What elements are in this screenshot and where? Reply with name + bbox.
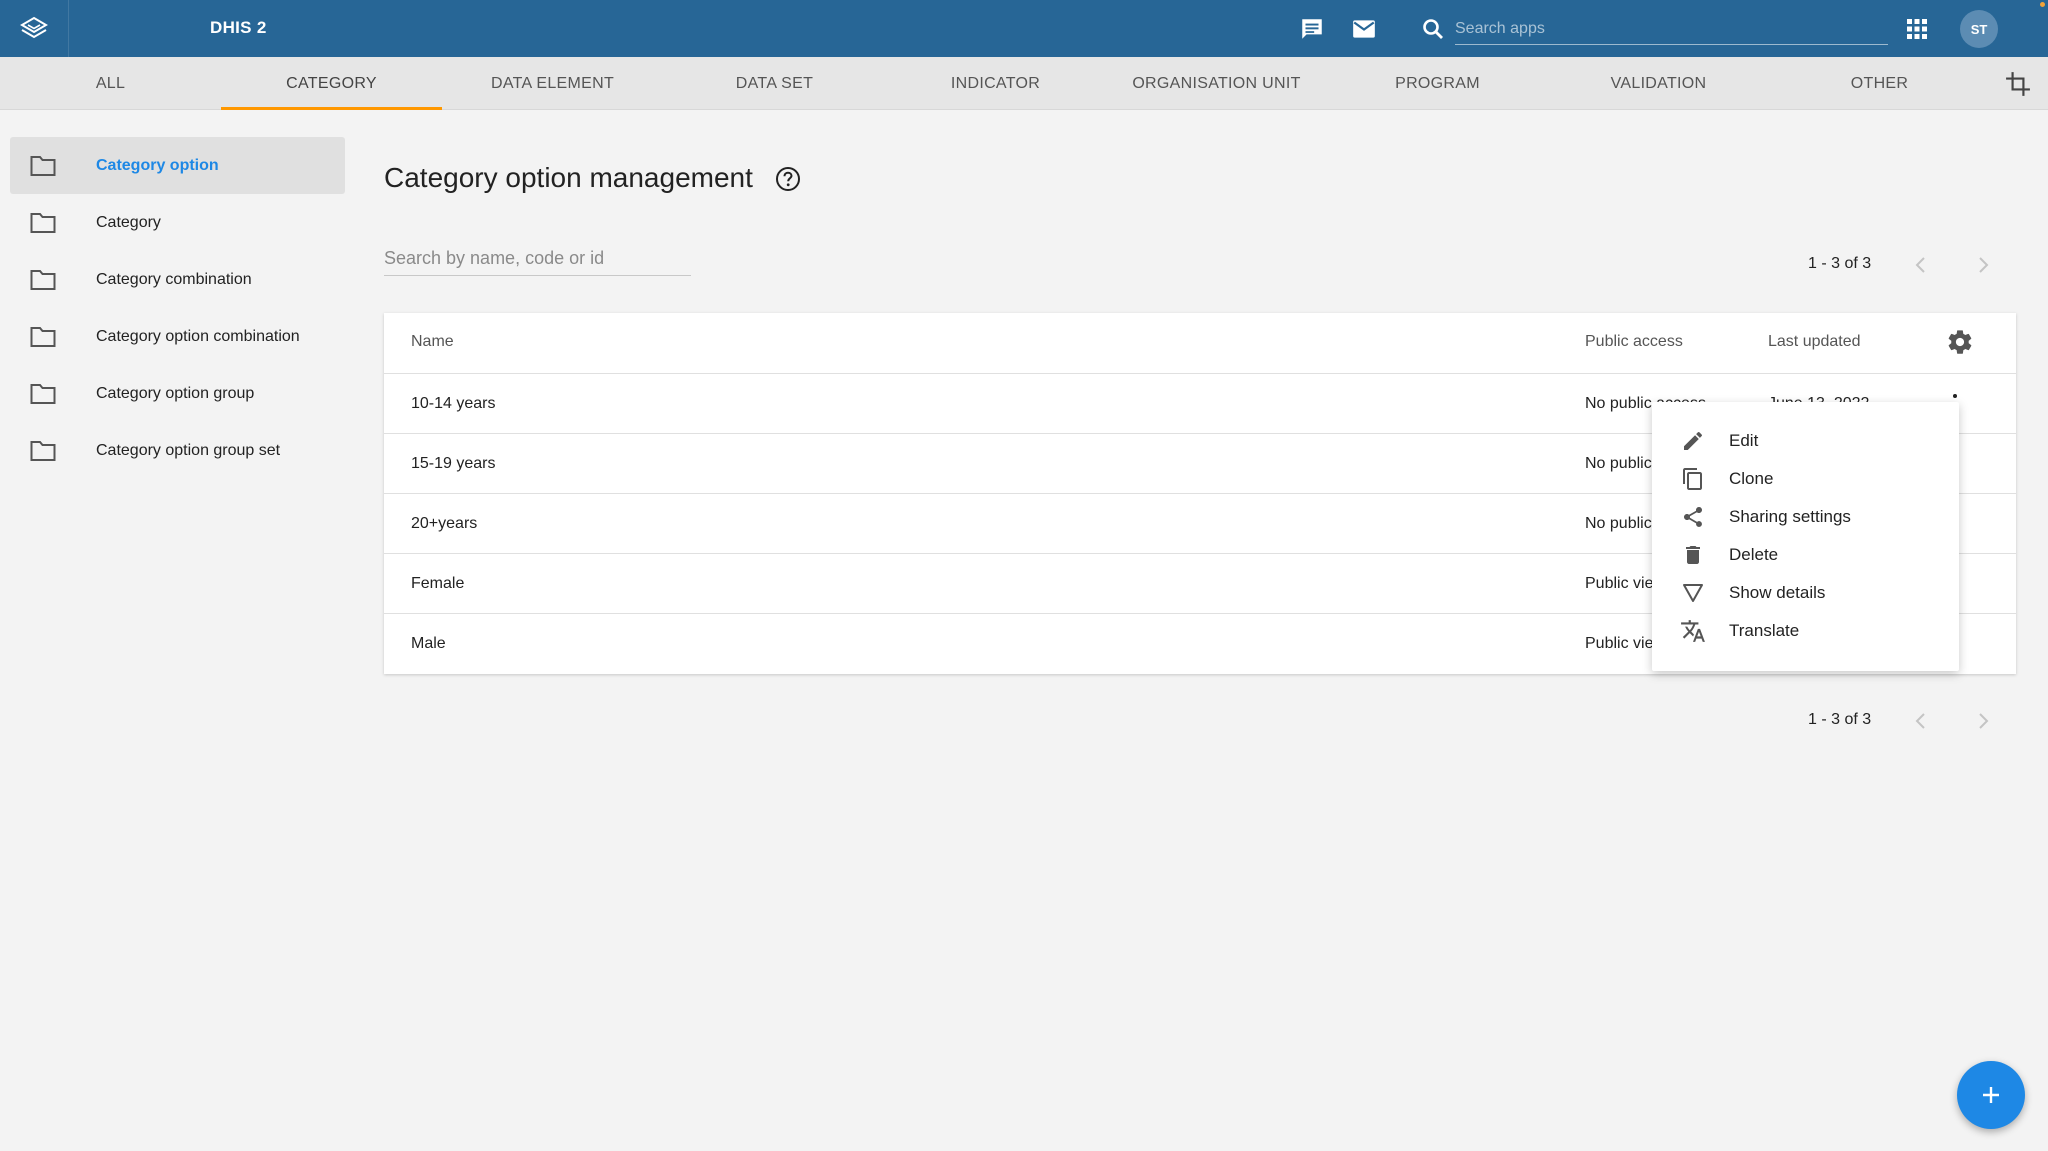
tab-validation[interactable]: VALIDATION — [1548, 57, 1769, 110]
page-title: Category option management — [384, 162, 753, 193]
column-header-last-updated[interactable]: Last updated — [1768, 333, 1861, 351]
menu-item-clone[interactable]: Clone — [1652, 460, 1959, 498]
apps-grid-icon[interactable] — [1902, 14, 1932, 44]
cell-name: 10-14 years — [411, 395, 496, 412]
tab-data-set[interactable]: DATA SET — [664, 57, 885, 110]
plus-icon — [1983, 1087, 1999, 1103]
column-header-name[interactable]: Name — [411, 333, 454, 351]
cell-public-access: No public — [1585, 515, 1652, 532]
edit-icon — [1680, 428, 1706, 454]
add-button[interactable] — [1957, 1061, 2025, 1129]
help-icon[interactable] — [775, 166, 801, 197]
tab-organisation-unit[interactable]: ORGANISATION UNIT — [1106, 57, 1327, 110]
folder-icon — [30, 383, 56, 410]
tab-program[interactable]: PROGRAM — [1327, 57, 1548, 110]
tab-category[interactable]: CATEGORY — [221, 57, 442, 110]
dhis2-logo-icon[interactable] — [0, 0, 69, 57]
next-page-icon[interactable] — [1971, 709, 1995, 733]
share-icon — [1680, 504, 1706, 530]
section-tab-bar: ALL CATEGORY DATA ELEMENT DATA SET INDIC… — [0, 57, 2048, 110]
menu-item-label: Delete — [1729, 545, 1779, 564]
mail-icon[interactable] — [1349, 14, 1379, 44]
menu-item-edit[interactable]: Edit — [1652, 422, 1959, 460]
sidebar-nav: Category option Category Category combin… — [10, 137, 345, 479]
prev-page-icon[interactable] — [1909, 253, 1933, 277]
folder-icon — [30, 326, 56, 353]
list-search-input[interactable] — [384, 242, 691, 275]
cell-name: Female — [411, 575, 465, 592]
menu-item-delete[interactable]: Delete — [1652, 536, 1959, 574]
column-header-public-access[interactable]: Public access — [1585, 333, 1683, 351]
top-header-bar: DHIS 2 ST — [0, 0, 2048, 57]
next-page-icon[interactable] — [1971, 253, 1995, 277]
sidebar-item-category-option-group-set[interactable]: Category option group set — [10, 422, 345, 479]
search-icon[interactable] — [1418, 14, 1448, 44]
app-title: DHIS 2 — [210, 18, 267, 37]
menu-item-label: Edit — [1729, 431, 1759, 450]
menu-item-label: Show details — [1729, 583, 1826, 602]
list-search-field[interactable] — [384, 242, 691, 276]
cell-public-access: Public vie — [1585, 575, 1654, 592]
folder-icon — [30, 269, 56, 296]
cell-name: Male — [411, 635, 446, 652]
sidebar-item-label: Category — [96, 213, 161, 231]
gear-icon[interactable] — [1946, 328, 1974, 361]
sidebar-item-category-option[interactable]: Category option — [10, 137, 345, 194]
row-context-menu: Edit Clone Sharing settings Delete Show … — [1652, 402, 1959, 671]
user-avatar[interactable]: ST — [1960, 10, 1998, 48]
cell-public-access: No public — [1585, 455, 1652, 472]
menu-item-translate[interactable]: Translate — [1652, 612, 1959, 650]
pager-text-bottom: 1 - 3 of 3 — [1808, 711, 1872, 728]
notification-dot — [2040, 2, 2045, 7]
sidebar-item-category-option-combination[interactable]: Category option combination — [10, 308, 345, 365]
cell-name: 15-19 years — [411, 455, 496, 472]
menu-item-label: Clone — [1729, 469, 1774, 488]
search-apps-input[interactable] — [1455, 13, 1888, 44]
sidebar-item-category-combination[interactable]: Category combination — [10, 251, 345, 308]
delete-icon — [1680, 542, 1706, 568]
folder-icon — [30, 440, 56, 467]
sidebar-item-label: Category option — [96, 156, 219, 174]
folder-icon — [30, 212, 56, 239]
tab-indicator[interactable]: INDICATOR — [885, 57, 1106, 110]
tab-other[interactable]: OTHER — [1769, 57, 1990, 110]
translate-icon — [1680, 618, 1706, 644]
sidebar-item-label: Category combination — [96, 270, 252, 288]
show-details-icon — [1680, 580, 1706, 606]
pager-text-top: 1 - 3 of 3 — [1808, 255, 1872, 272]
sidebar-item-label: Category option group set — [96, 441, 281, 459]
search-apps-field[interactable] — [1455, 13, 1888, 45]
messages-icon[interactable] — [1297, 14, 1327, 44]
sidebar-item-category-option-group[interactable]: Category option group — [10, 365, 345, 422]
sidebar-item-label: Category option combination — [96, 327, 300, 345]
sidebar-item-label: Category option group — [96, 384, 255, 402]
cell-public-access: Public vie — [1585, 635, 1654, 652]
menu-item-label: Sharing settings — [1729, 507, 1851, 526]
menu-item-label: Translate — [1729, 621, 1800, 640]
menu-item-sharing-settings[interactable]: Sharing settings — [1652, 498, 1959, 536]
menu-item-show-details[interactable]: Show details — [1652, 574, 1959, 612]
cell-name: 20+years — [411, 515, 478, 532]
crop-icon[interactable] — [2003, 69, 2033, 99]
sidebar-item-category[interactable]: Category — [10, 194, 345, 251]
folder-icon — [30, 155, 56, 182]
tab-data-element[interactable]: DATA ELEMENT — [442, 57, 663, 110]
tab-all[interactable]: ALL — [0, 57, 221, 110]
clone-icon — [1680, 466, 1706, 492]
prev-page-icon[interactable] — [1909, 709, 1933, 733]
